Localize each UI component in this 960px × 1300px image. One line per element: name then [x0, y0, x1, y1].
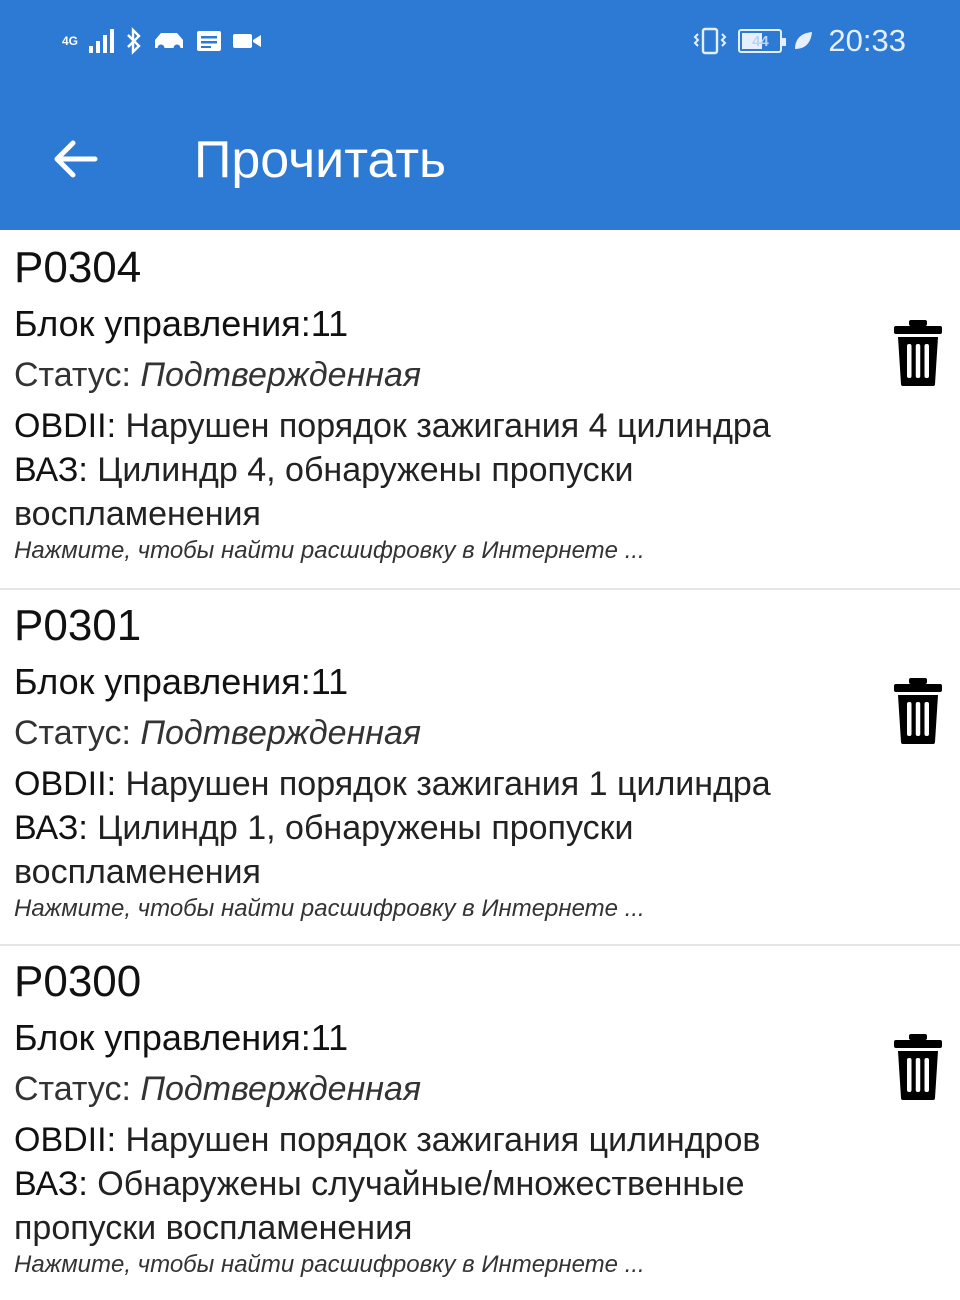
- video-icon: [233, 34, 261, 48]
- status-bar-right: 44 20:33: [692, 22, 906, 60]
- error-description: OBDII: Нарушен порядок зажигания 4 цилин…: [14, 404, 884, 536]
- vibrate-icon: [694, 27, 727, 55]
- status-value: Подтвержденная: [140, 1070, 422, 1108]
- obd-label: OBDII:: [14, 765, 117, 803]
- status-line: Статус: Подтвержденная: [14, 712, 421, 754]
- obd-label: OBDII:: [14, 1121, 117, 1159]
- trash-icon: [894, 678, 942, 744]
- status-label: Статус:: [14, 1070, 131, 1108]
- search-hint-link[interactable]: Нажмите, чтобы найти расшифровку в Интер…: [14, 1250, 645, 1280]
- status-time: 20:33: [828, 23, 906, 58]
- search-hint-link[interactable]: Нажмите, чтобы найти расшифровку в Интер…: [14, 536, 645, 566]
- obd-label: OBDII:: [14, 407, 117, 445]
- status-line: Статус: Подтвержденная: [14, 1068, 421, 1110]
- vaz-label: ВАЗ:: [14, 1165, 88, 1203]
- error-description: OBDII: Нарушен порядок зажигания 1 цилин…: [14, 762, 884, 894]
- trash-icon: [894, 320, 942, 386]
- vaz-label: ВАЗ:: [14, 809, 88, 847]
- error-code: P0304: [14, 243, 142, 292]
- delete-button[interactable]: [890, 1032, 946, 1102]
- error-item[interactable]: P0301 Блок управления:11 Статус: Подтвер…: [0, 588, 960, 944]
- control-unit: Блок управления:11: [14, 1017, 349, 1058]
- error-code: P0300: [14, 957, 142, 1006]
- obd-text: Нарушен порядок зажигания 1 цилиндра: [125, 765, 771, 803]
- status-line: Статус: Подтвержденная: [14, 354, 421, 396]
- status-bar: 4G 44 20:33: [0, 0, 960, 84]
- error-code: P0301: [14, 601, 142, 650]
- arrow-left-icon: [54, 140, 98, 178]
- obd-text: Нарушен порядок зажигания цилиндров: [125, 1121, 761, 1159]
- page-title: Прочитать: [194, 131, 447, 189]
- status-bar-left: 4G: [62, 24, 262, 58]
- status-label: Статус:: [14, 714, 131, 752]
- control-unit: Блок управления:11: [14, 303, 349, 344]
- obd-line: OBDII: Нарушен порядок зажигания 1 цилин…: [14, 762, 884, 806]
- vaz-text: Цилиндр 4, обнаружены пропуски воспламен…: [14, 451, 634, 533]
- vaz-line: ВАЗ: Обнаружены случайные/множественные …: [14, 1162, 884, 1250]
- network-type: 4G: [62, 34, 79, 48]
- vaz-text: Обнаружены случайные/множественные пропу…: [14, 1165, 745, 1247]
- obd-line: OBDII: Нарушен порядок зажигания 4 цилин…: [14, 404, 884, 448]
- message-icon: [197, 31, 221, 51]
- control-unit: Блок управления:11: [14, 661, 349, 702]
- vaz-label: ВАЗ:: [14, 451, 88, 489]
- app-bar: 4G 44 20:33 Прочитать: [0, 0, 960, 230]
- error-item[interactable]: P0300 Блок управления:11 Статус: Подтвер…: [0, 944, 960, 1300]
- battery-level: 44: [752, 32, 769, 50]
- error-list: P0304 Блок управления:11 Статус: Подтвер…: [0, 232, 960, 1300]
- delete-button[interactable]: [890, 676, 946, 746]
- status-label: Статус:: [14, 356, 131, 394]
- status-value: Подтвержденная: [140, 714, 422, 752]
- obd-line: OBDII: Нарушен порядок зажигания цилиндр…: [14, 1118, 884, 1162]
- search-hint-link[interactable]: Нажмите, чтобы найти расшифровку в Интер…: [14, 894, 645, 924]
- back-button[interactable]: [40, 124, 110, 194]
- vaz-text: Цилиндр 1, обнаружены пропуски воспламен…: [14, 809, 634, 891]
- leaf-icon: [795, 32, 813, 49]
- car-icon: [155, 33, 183, 52]
- trash-icon: [894, 1034, 942, 1100]
- obd-text: Нарушен порядок зажигания 4 цилиндра: [125, 407, 771, 445]
- bluetooth-icon: [127, 27, 141, 55]
- toolbar: Прочитать: [0, 100, 960, 220]
- vaz-line: ВАЗ: Цилиндр 4, обнаружены пропуски восп…: [14, 448, 884, 536]
- status-value: Подтвержденная: [140, 356, 422, 394]
- error-item[interactable]: P0304 Блок управления:11 Статус: Подтвер…: [0, 232, 960, 588]
- signal-icon: [89, 29, 114, 53]
- delete-button[interactable]: [890, 318, 946, 388]
- vaz-line: ВАЗ: Цилиндр 1, обнаружены пропуски восп…: [14, 806, 884, 894]
- battery-icon: 44: [738, 29, 787, 53]
- error-description: OBDII: Нарушен порядок зажигания цилиндр…: [14, 1118, 884, 1250]
